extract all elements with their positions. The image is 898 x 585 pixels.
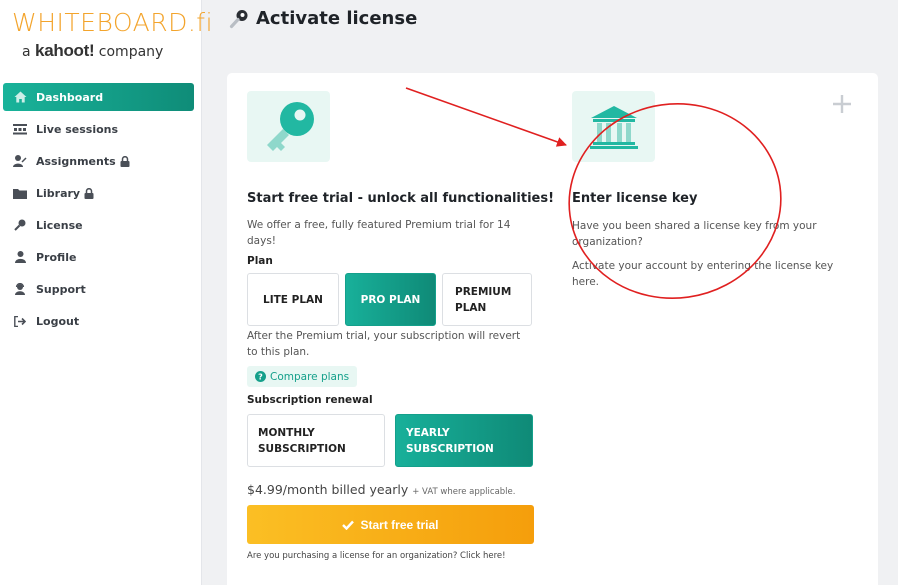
sidebar-item-label: Logout	[36, 314, 80, 328]
subscription-options: MONTHLY SUBSCRIPTION YEARLY SUBSCRIPTION	[247, 414, 534, 467]
home-icon	[11, 91, 29, 103]
subscription-option-yearly[interactable]: YEARLY SUBSCRIPTION	[395, 414, 533, 467]
organization-license-link[interactable]: Are you purchasing a license for an orga…	[247, 551, 534, 561]
plan-option-lite[interactable]: LITE PLAN	[247, 273, 339, 326]
logo-sub-prefix: a	[22, 44, 31, 60]
trial-section: Start free trial - unlock all functional…	[247, 91, 555, 561]
license-key-title: Enter license key	[572, 191, 698, 206]
trial-key-tile	[247, 91, 330, 162]
logo-text: WHITEBOARD.fi	[12, 8, 214, 37]
sidebar-item-label: Live sessions	[36, 122, 119, 136]
svg-text:?: ?	[258, 372, 263, 381]
logo-sub-brand: kahoot!	[35, 41, 95, 60]
lock-icon	[84, 187, 94, 199]
sidebar-item-label: Profile	[36, 250, 77, 264]
key-icon	[229, 9, 249, 29]
compare-plans-label: Compare plans	[270, 370, 350, 383]
license-bank-tile[interactable]	[572, 91, 655, 162]
lock-icon	[120, 155, 130, 167]
sidebar-item-label: Assignments	[36, 154, 116, 168]
help-circle-icon: ?	[255, 371, 266, 382]
sidebar: WHITEBOARD.fi a kahoot! company Dashboar…	[0, 0, 214, 585]
brand-logo[interactable]: WHITEBOARD.fi a kahoot! company	[12, 8, 214, 62]
license-key-description: Have you been shared a license key from …	[572, 220, 817, 248]
check-icon	[342, 520, 355, 530]
renewal-label: Subscription renewal	[247, 394, 373, 406]
plus-icon[interactable]	[831, 93, 853, 115]
price-text: $4.99/month billed yearly	[247, 482, 409, 497]
sidebar-item-label: Library	[36, 186, 81, 200]
bank-icon	[589, 105, 638, 149]
plan-revert-note: After the Premium trial, your subscripti…	[247, 330, 521, 358]
trial-title: Start free trial - unlock all functional…	[247, 191, 555, 206]
sidebar-item-assignments[interactable]: Assignments	[3, 147, 194, 175]
sidebar-item-profile[interactable]: Profile	[3, 243, 194, 271]
plan-option-premium[interactable]: PREMIUM PLAN	[442, 273, 532, 326]
sidebar-item-label: Support	[36, 282, 86, 296]
page-title: Activate license	[256, 8, 418, 29]
sessions-icon	[11, 123, 29, 135]
plan-label: Plan	[247, 255, 273, 267]
sidebar-nav: Dashboard Live sessions Assignments Libr…	[3, 83, 194, 339]
logout-icon	[11, 315, 29, 327]
logo-subtitle: a kahoot! company	[12, 41, 192, 62]
user-icon	[11, 251, 29, 263]
vat-note: + VAT where applicable.	[412, 487, 516, 497]
sidebar-item-live-sessions[interactable]: Live sessions	[3, 115, 194, 143]
price-line: $4.99/month billed yearly + VAT where ap…	[247, 482, 534, 497]
page-header: Activate license	[229, 8, 417, 29]
sidebar-item-label: License	[36, 218, 83, 232]
trial-description: We offer a free, fully featured Premium …	[247, 219, 511, 247]
sidebar-item-logout[interactable]: Logout	[3, 307, 194, 335]
sidebar-item-label: Dashboard	[36, 90, 104, 104]
key-illustration-icon	[266, 101, 314, 151]
subscription-option-monthly[interactable]: MONTHLY SUBSCRIPTION	[247, 414, 385, 467]
compare-plans-button[interactable]: ? Compare plans	[247, 366, 358, 387]
sidebar-item-library[interactable]: Library	[3, 179, 194, 207]
start-free-trial-label: Start free trial	[360, 517, 439, 532]
folder-icon	[11, 188, 29, 199]
assignments-icon	[11, 155, 29, 167]
license-key-section: Enter license key Have you been shared a…	[572, 91, 862, 290]
start-free-trial-button[interactable]: Start free trial	[247, 505, 534, 544]
license-card: Start free trial - unlock all functional…	[227, 73, 878, 585]
support-icon	[11, 283, 29, 295]
sidebar-item-license[interactable]: License	[3, 211, 194, 239]
sidebar-item-support[interactable]: Support	[3, 275, 194, 303]
key-icon	[11, 219, 29, 231]
plan-options: LITE PLAN PRO PLAN PREMIUM PLAN	[247, 273, 534, 326]
plan-option-pro[interactable]: PRO PLAN	[345, 273, 436, 326]
sidebar-item-dashboard[interactable]: Dashboard	[3, 83, 194, 111]
license-key-description-2: Activate your account by entering the li…	[572, 260, 834, 288]
logo-sub-suffix: company	[98, 44, 164, 60]
